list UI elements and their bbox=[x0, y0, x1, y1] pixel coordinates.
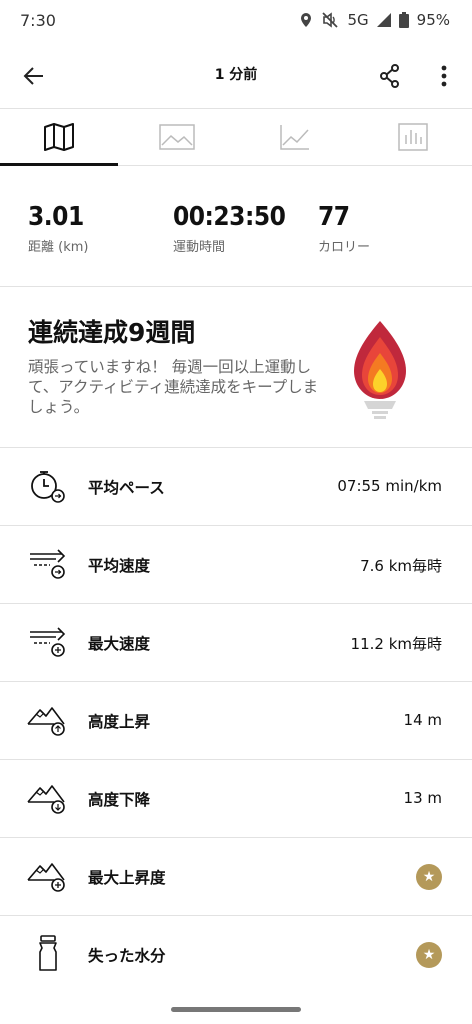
metric-label: 最大上昇度 bbox=[88, 869, 166, 887]
metric-value: 14 m bbox=[403, 711, 442, 729]
stat-duration: 00:23:50 運動時間 bbox=[173, 202, 286, 255]
metric-label: 失った水分 bbox=[88, 947, 166, 965]
metric-row-max-elevation[interactable]: 最大上昇度 ★ bbox=[0, 838, 472, 916]
battery-icon bbox=[398, 12, 409, 28]
premium-star-icon: ★ bbox=[416, 942, 442, 968]
speed-average-icon bbox=[30, 549, 66, 579]
status-time: 7:30 bbox=[20, 11, 56, 30]
speed-max-icon bbox=[30, 627, 66, 657]
elevation-down-icon bbox=[27, 785, 65, 814]
app-bar: 1 分前 bbox=[0, 42, 472, 109]
tab-photos[interactable] bbox=[118, 109, 236, 165]
metric-row-elevation-gain[interactable]: 高度上昇 14 m bbox=[0, 682, 472, 760]
metric-label: 最大速度 bbox=[88, 635, 151, 653]
elevation-max-icon bbox=[27, 863, 65, 892]
metric-label: 平均ペース bbox=[88, 479, 165, 497]
line-chart-icon bbox=[280, 125, 309, 150]
tab-splits[interactable] bbox=[354, 109, 472, 165]
metric-row-water-loss[interactable]: 失った水分 ★ bbox=[0, 916, 472, 993]
bar-chart-icon bbox=[398, 123, 428, 151]
stat-calories: 77 カロリー bbox=[318, 202, 370, 255]
flame-torch-icon bbox=[354, 321, 406, 419]
more-vertical-icon bbox=[441, 65, 447, 87]
metric-label: 高度下降 bbox=[88, 791, 151, 809]
stat-value: 00:23:50 bbox=[173, 202, 286, 232]
status-icons: 5G 95% bbox=[299, 11, 450, 29]
metric-label: 平均速度 bbox=[88, 557, 151, 575]
map-icon bbox=[44, 123, 74, 151]
home-indicator[interactable] bbox=[171, 1007, 301, 1012]
tab-map[interactable] bbox=[0, 109, 118, 166]
streak-title: 連続達成9週間 bbox=[28, 318, 196, 347]
stat-label: 運動時間 bbox=[173, 240, 226, 255]
stat-distance: 3.01 距離 (km) bbox=[28, 202, 88, 255]
detail-tabs bbox=[0, 109, 472, 166]
stat-label: カロリー bbox=[318, 240, 371, 255]
metric-row-average-pace[interactable]: 平均ペース 07:55 min/km bbox=[0, 448, 472, 526]
tab-graph[interactable] bbox=[236, 109, 354, 165]
metric-value: 11.2 km毎時 bbox=[350, 635, 442, 653]
metrics-list: 平均ペース 07:55 min/km 平均速度 7.6 km毎時 最大速度 11… bbox=[0, 448, 472, 993]
streak-description: 頑張っていますね！ 毎週一回以上運動して、アクティビティ連続達成をキープしましょ… bbox=[28, 358, 319, 416]
battery-level: 95% bbox=[416, 11, 450, 29]
stat-value: 3.01 bbox=[28, 202, 84, 232]
metric-value: 07:55 min/km bbox=[337, 477, 442, 495]
share-button[interactable] bbox=[370, 56, 410, 96]
image-icon bbox=[159, 124, 195, 150]
network-label: 5G bbox=[347, 11, 369, 29]
more-options-button[interactable] bbox=[424, 56, 464, 96]
premium-star-icon: ★ bbox=[416, 864, 442, 890]
stat-label: 距離 (km) bbox=[28, 240, 89, 255]
location-icon bbox=[301, 13, 312, 27]
signal-icon bbox=[376, 13, 391, 27]
metric-label: 高度上昇 bbox=[88, 713, 151, 731]
summary-stats: 3.01 距離 (km) 00:23:50 運動時間 77 カロリー bbox=[0, 166, 472, 287]
stat-value: 77 bbox=[318, 202, 350, 232]
metric-row-average-speed[interactable]: 平均速度 7.6 km毎時 bbox=[0, 526, 472, 604]
metric-value: 7.6 km毎時 bbox=[360, 557, 442, 575]
status-bar: 7:30 5G 95% bbox=[0, 0, 472, 42]
mute-icon bbox=[322, 12, 339, 28]
metric-row-max-speed[interactable]: 最大速度 11.2 km毎時 bbox=[0, 604, 472, 682]
share-icon bbox=[380, 64, 399, 88]
metric-row-elevation-loss[interactable]: 高度下降 13 m bbox=[0, 760, 472, 838]
metric-value: 13 m bbox=[403, 789, 442, 807]
water-bottle-icon bbox=[39, 935, 57, 971]
elevation-up-icon bbox=[27, 707, 65, 736]
streak-card: 連続達成9週間 頑張っていますね！ 毎週一回以上運動して、アクティビティ連続達成… bbox=[0, 287, 472, 448]
stopwatch-icon bbox=[31, 471, 65, 503]
